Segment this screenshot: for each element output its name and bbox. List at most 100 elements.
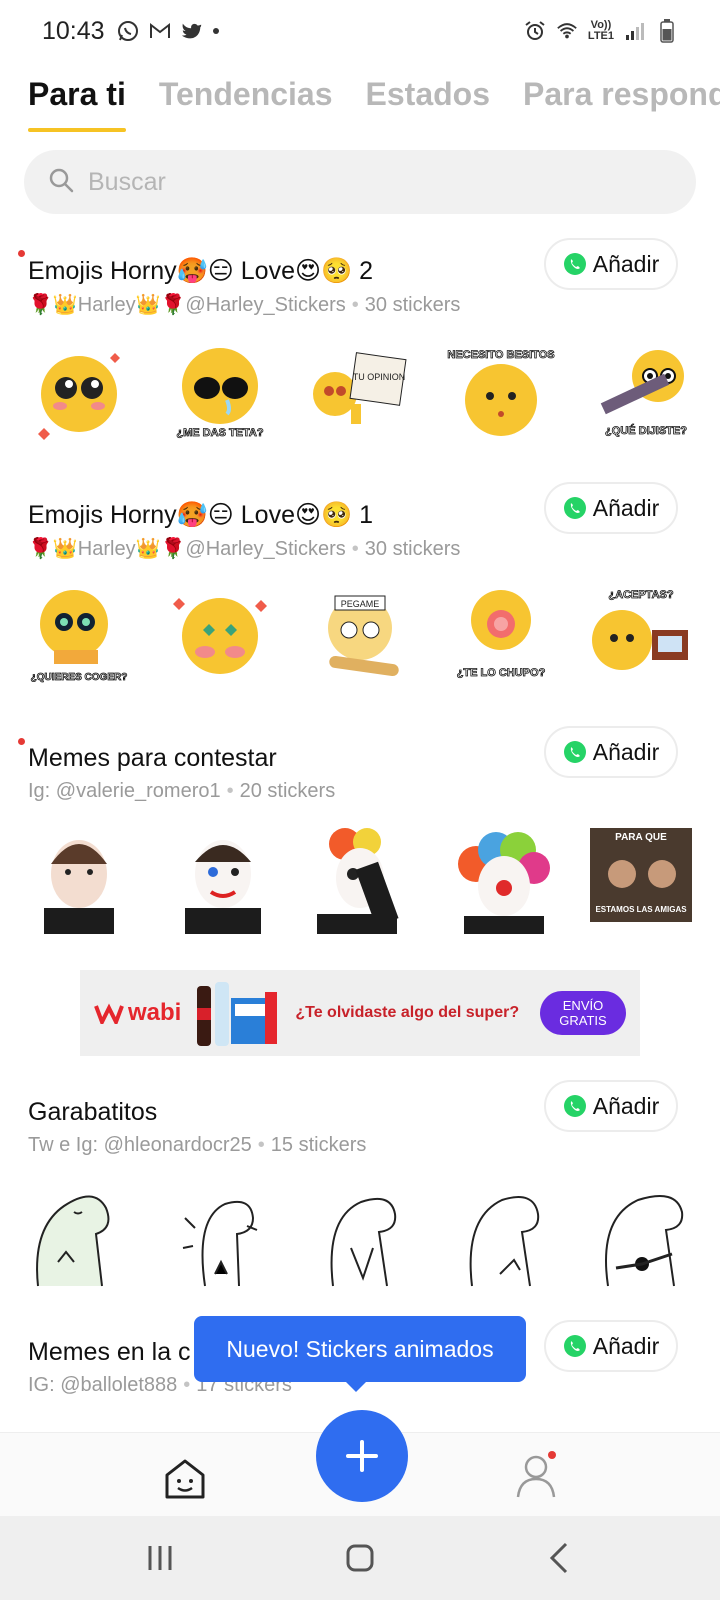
add-to-whatsapp-button[interactable]: Añadir bbox=[544, 482, 678, 534]
pack-title: Garabatitos bbox=[28, 1098, 158, 1126]
search-input[interactable]: Buscar bbox=[24, 150, 696, 214]
pack-count: 20 stickers bbox=[239, 780, 336, 802]
new-indicator-dot bbox=[18, 738, 25, 745]
add-to-whatsapp-button[interactable]: Añadir bbox=[544, 726, 678, 778]
pack-meta: 🌹👑Harley👑🌹@Harley_Stickers • 30 stickers bbox=[28, 292, 460, 317]
whatsapp-icon bbox=[563, 1095, 586, 1117]
sticker-doodle-blob[interactable] bbox=[24, 1178, 134, 1288]
battery-icon bbox=[656, 19, 678, 43]
back-nav-button[interactable] bbox=[540, 1538, 580, 1578]
gmail-icon bbox=[149, 20, 171, 42]
sticker-face-clown-wig[interactable] bbox=[305, 824, 415, 934]
new-indicator-dot bbox=[18, 250, 25, 257]
sticker-meme-amigas[interactable]: PARA QUE ESTAMOS LAS AMIGAS bbox=[586, 824, 696, 934]
sticker-emoji-caption[interactable]: ¿QUIERES COGER? bbox=[24, 580, 134, 690]
meta-separator: • bbox=[351, 294, 359, 316]
sticker-caption: PARA QUE bbox=[615, 832, 667, 843]
tab-para-responder[interactable]: Para respond bbox=[523, 72, 720, 132]
sticker-emoji-gun[interactable]: ¿QUÉ DIJISTE? bbox=[586, 336, 696, 446]
add-to-whatsapp-button[interactable]: Añadir bbox=[544, 238, 678, 290]
sticker-caption: TU OPINION bbox=[353, 372, 406, 382]
tab-para-ti[interactable]: Para ti bbox=[28, 72, 126, 132]
whatsapp-icon bbox=[563, 741, 586, 763]
status-time: 10:43 bbox=[42, 16, 105, 45]
sticker-emoji-hearts[interactable] bbox=[165, 580, 275, 690]
home-smiley-icon bbox=[165, 1459, 205, 1499]
ad-message: ¿Te olvidaste algo del super? bbox=[295, 1004, 520, 1021]
sticker-face-clown[interactable] bbox=[446, 824, 556, 934]
twitter-icon bbox=[181, 20, 203, 42]
create-pack-fab-button[interactable] bbox=[316, 1410, 408, 1502]
meta-separator: • bbox=[183, 1374, 191, 1396]
add-button-label: Añadir bbox=[592, 738, 660, 765]
sticker-emoji-caption[interactable]: ¿ME DAS TETA? bbox=[165, 336, 275, 446]
whatsapp-icon bbox=[563, 497, 586, 519]
pack-title: Emojis Horny🥵😑 Love😍🥺 2 bbox=[28, 257, 374, 285]
plus-icon bbox=[346, 1440, 378, 1472]
pack-author: 🌹👑Harley👑🌹@Harley_Stickers bbox=[28, 294, 346, 316]
sticker-emoji-sign[interactable]: TU OPINION bbox=[305, 336, 415, 446]
pack-author: Tw e Ig: @hleonardocr25 bbox=[28, 1134, 252, 1156]
sticker-caption: NECESITO BESITOS bbox=[447, 349, 554, 361]
sticker-pack-card[interactable]: Garabatitos Tw e Ig: @hleonardocr25 • 15 s… bbox=[0, 1080, 720, 1287]
category-tabs: Para ti Tendencias Estados Para respond bbox=[28, 72, 720, 132]
add-button-label: Añadir bbox=[592, 1332, 660, 1359]
sticker-caption: ¿ACEPTAS? bbox=[608, 589, 673, 601]
sticker-doodle-blob[interactable] bbox=[446, 1178, 556, 1288]
wifi-icon bbox=[556, 20, 578, 42]
home-square-icon bbox=[346, 1544, 374, 1572]
add-to-whatsapp-button[interactable]: Añadir bbox=[544, 1320, 678, 1372]
add-to-whatsapp-button[interactable]: Añadir bbox=[544, 1080, 678, 1132]
pack-meta: Tw e Ig: @hleonardocr25 • 15 stickers bbox=[28, 1134, 366, 1157]
sticker-face-paint[interactable] bbox=[24, 824, 134, 934]
ad-banner[interactable]: wabi ¿Te olvidaste algo del super? ENVÍO… bbox=[80, 970, 640, 1056]
pack-count: 30 stickers bbox=[364, 294, 461, 316]
home-nav-button[interactable] bbox=[340, 1538, 380, 1578]
volte-icon: Vo)) LTE1 bbox=[588, 20, 614, 42]
pack-author: 🌹👑Harley👑🌹@Harley_Stickers bbox=[28, 538, 346, 560]
sticker-emoji-lollipop[interactable]: ¿TE LO CHUPO? bbox=[446, 580, 556, 690]
ad-cta-line2: GRATIS bbox=[559, 1013, 607, 1028]
sticker-doodle-blob[interactable] bbox=[586, 1178, 696, 1288]
recent-apps-button[interactable] bbox=[140, 1538, 180, 1578]
ad-cta-button[interactable]: ENVÍO GRATIS bbox=[540, 991, 626, 1035]
ad-products-image bbox=[191, 978, 281, 1048]
sticker-caption: ¿QUIERES COGER? bbox=[31, 672, 128, 683]
home-tab-button[interactable] bbox=[160, 1453, 210, 1503]
sticker-preview-row: ¿QUIERES COGER? PEGAME ¿TE LO CHUPO? ¿AC… bbox=[24, 580, 696, 690]
sticker-caption: PEGAME bbox=[341, 599, 380, 609]
sticker-shy-emoji[interactable] bbox=[24, 336, 134, 446]
sticker-pack-card[interactable]: Emojis Horny🥵😑 Love😍🥺 1 🌹👑Harley👑🌹@Harle… bbox=[0, 482, 720, 683]
pack-author: IG: @ballolet888 bbox=[28, 1374, 178, 1396]
volte-label-bottom: LTE1 bbox=[587, 30, 614, 42]
meta-separator: • bbox=[257, 1134, 265, 1156]
back-chevron-icon bbox=[549, 1542, 568, 1574]
ad-brand: wabi bbox=[94, 999, 181, 1027]
sticker-emoji-besitos[interactable]: NECESITO BESITOS bbox=[446, 336, 556, 446]
sticker-doodle-blob[interactable] bbox=[305, 1178, 415, 1288]
ad-cta-line1: ENVÍO bbox=[562, 998, 604, 1013]
sticker-pack-card[interactable]: Memes para contestar Ig: @valerie_romero… bbox=[0, 726, 720, 934]
search-placeholder: Buscar bbox=[88, 167, 166, 196]
search-icon bbox=[48, 167, 74, 198]
sticker-preview-row: ¿ME DAS TETA? TU OPINION NECESITO BESITO… bbox=[24, 336, 696, 446]
sticker-pack-card[interactable]: Emojis Horny🥵😑 Love😍🥺 2 🌹👑Harley👑🌹@Harle… bbox=[0, 238, 720, 440]
sticker-emoji-ring[interactable]: ¿ACEPTAS? bbox=[586, 580, 696, 690]
profile-tab-button[interactable] bbox=[510, 1449, 562, 1501]
tab-tendencias[interactable]: Tendencias bbox=[159, 72, 333, 132]
notification-dot-icon bbox=[212, 28, 219, 34]
new-animated-stickers-tooltip[interactable]: Nuevo! Stickers animados bbox=[194, 1316, 526, 1392]
status-right-icons: Vo)) LTE1 bbox=[524, 19, 678, 43]
pack-count: 30 stickers bbox=[364, 538, 461, 560]
system-navigation-bar bbox=[0, 1516, 720, 1600]
add-button-label: Añadir bbox=[592, 250, 660, 277]
pack-title: Memes para contestar bbox=[28, 744, 277, 772]
pack-count: 15 stickers bbox=[270, 1134, 367, 1156]
whatsapp-icon bbox=[563, 253, 586, 275]
tab-estados[interactable]: Estados bbox=[366, 72, 490, 132]
sticker-caption: ¿QUÉ DIJISTE? bbox=[605, 424, 687, 437]
sticker-face-mime[interactable] bbox=[165, 824, 275, 934]
sticker-caption: ESTAMOS LAS AMIGAS bbox=[595, 905, 687, 914]
sticker-emoji-pegame[interactable]: PEGAME bbox=[305, 580, 415, 690]
sticker-doodle-blob[interactable] bbox=[165, 1178, 275, 1288]
